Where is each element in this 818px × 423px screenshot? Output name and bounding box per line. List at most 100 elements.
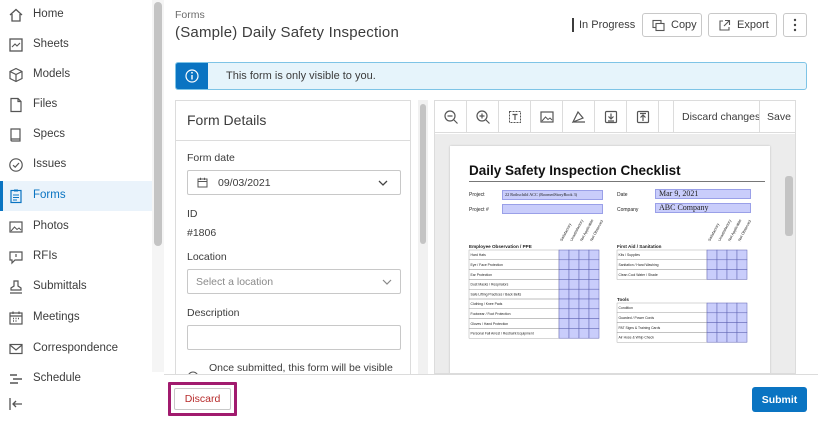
- ppe-checkbox[interactable]: [578, 249, 590, 261]
- text-box-button[interactable]: [499, 101, 531, 133]
- zoom-in-button[interactable]: [467, 101, 499, 133]
- ppe-checkbox[interactable]: [578, 288, 590, 300]
- tools-checkbox[interactable]: [716, 322, 728, 333]
- upload-button[interactable]: [627, 101, 659, 133]
- tools-checkbox[interactable]: [736, 332, 748, 343]
- ppe-checkbox[interactable]: [568, 249, 580, 261]
- discard-button[interactable]: Discard: [174, 388, 231, 410]
- ppe-checkbox[interactable]: [578, 269, 590, 280]
- tools-checkbox[interactable]: [706, 312, 718, 323]
- ppe-checkbox[interactable]: [588, 279, 600, 290]
- draw-button[interactable]: [563, 101, 595, 133]
- export-button[interactable]: Export: [708, 13, 777, 37]
- sidebar-item-sheets[interactable]: Sheets: [0, 30, 152, 60]
- tools-checkbox[interactable]: [736, 322, 748, 333]
- ppe-checkbox[interactable]: [568, 328, 580, 339]
- ppe-checkbox[interactable]: [558, 288, 570, 300]
- ppe-checkbox[interactable]: [588, 249, 600, 261]
- ppe-checkbox[interactable]: [588, 328, 600, 339]
- ppe-checkbox[interactable]: [588, 259, 600, 270]
- ppe-checkbox[interactable]: [578, 308, 590, 319]
- first-aid-checkbox[interactable]: [706, 249, 718, 261]
- first-aid-checkbox[interactable]: [716, 249, 728, 261]
- save-button[interactable]: Save: [767, 111, 791, 123]
- ppe-checkbox[interactable]: [588, 288, 600, 300]
- download-button[interactable]: [595, 101, 627, 133]
- sidebar-item-forms[interactable]: Forms: [0, 181, 152, 211]
- breadcrumb[interactable]: Forms: [175, 9, 205, 21]
- ppe-checkbox[interactable]: [558, 308, 570, 319]
- sidebar-item-models[interactable]: Models: [0, 60, 152, 90]
- copy-button[interactable]: Copy: [642, 13, 702, 37]
- tools-checkbox[interactable]: [706, 322, 718, 333]
- tools-checkbox[interactable]: [716, 332, 728, 343]
- ppe-checkbox[interactable]: [568, 308, 580, 319]
- sidebar-item-label: Issues: [33, 158, 67, 170]
- form-date-input[interactable]: 09/03/2021: [187, 170, 401, 195]
- ppe-checkbox[interactable]: [568, 259, 580, 270]
- ppe-checkbox[interactable]: [568, 318, 580, 329]
- sidebar-item-submittals[interactable]: Submittals: [0, 272, 152, 302]
- tools-checkbox[interactable]: [726, 312, 738, 323]
- ppe-checkbox[interactable]: [568, 279, 580, 290]
- discard-changes-button[interactable]: Discard changes: [682, 111, 760, 123]
- ppe-checkbox[interactable]: [578, 318, 590, 329]
- sidebar-item-specs[interactable]: Specs: [0, 120, 152, 150]
- first-aid-checkbox[interactable]: [726, 259, 738, 270]
- ppe-checkbox[interactable]: [558, 279, 570, 290]
- ppe-checkbox[interactable]: [558, 298, 570, 310]
- first-aid-checkbox[interactable]: [716, 269, 728, 280]
- first-aid-checkbox[interactable]: [706, 269, 718, 280]
- ppe-checkbox[interactable]: [568, 288, 580, 300]
- first-aid-checkbox[interactable]: [736, 269, 748, 280]
- tools-checkbox[interactable]: [716, 312, 728, 323]
- tools-checkbox[interactable]: [726, 322, 738, 333]
- sidebar-item-home[interactable]: Home: [0, 0, 152, 30]
- ppe-checkbox[interactable]: [568, 298, 580, 310]
- tools-checkbox[interactable]: [716, 302, 728, 314]
- first-aid-checkbox[interactable]: [736, 259, 748, 270]
- tools-checkbox[interactable]: [706, 332, 718, 343]
- form-panel-scrollbar-thumb[interactable]: [420, 104, 426, 244]
- ppe-checkbox[interactable]: [588, 318, 600, 329]
- collapse-sidebar-icon[interactable]: [8, 396, 24, 412]
- first-aid-checkbox[interactable]: [726, 269, 738, 280]
- sidebar-item-correspondence[interactable]: Correspondence: [0, 334, 152, 364]
- first-aid-checkbox[interactable]: [736, 249, 748, 261]
- tools-checkbox[interactable]: [726, 302, 738, 314]
- ppe-checkbox[interactable]: [578, 259, 590, 270]
- first-aid-checkbox[interactable]: [716, 259, 728, 270]
- zoom-out-button[interactable]: [435, 101, 467, 133]
- sidebar-item-meetings[interactable]: Meetings: [0, 303, 152, 333]
- document-scrollbar-thumb[interactable]: [785, 176, 793, 236]
- tools-checkbox[interactable]: [736, 312, 748, 323]
- insert-image-button[interactable]: [531, 101, 563, 133]
- sidebar-item-issues[interactable]: Issues: [0, 150, 152, 180]
- ppe-checkbox[interactable]: [578, 328, 590, 339]
- ppe-checkbox[interactable]: [578, 298, 590, 310]
- ppe-checkbox[interactable]: [568, 269, 580, 280]
- ppe-checkbox[interactable]: [588, 298, 600, 310]
- sidebar-item-files[interactable]: Files: [0, 90, 152, 120]
- tools-checkbox[interactable]: [736, 302, 748, 314]
- ppe-checkbox[interactable]: [558, 318, 570, 329]
- ppe-checkbox[interactable]: [558, 259, 570, 270]
- ppe-checkbox[interactable]: [578, 279, 590, 290]
- sidebar-item-photos[interactable]: Photos: [0, 212, 152, 242]
- tools-checkbox[interactable]: [726, 332, 738, 343]
- submit-button[interactable]: Submit: [752, 387, 807, 412]
- sidebar-item-schedule[interactable]: Schedule: [0, 364, 152, 394]
- sidebar-scrollbar-thumb[interactable]: [154, 2, 162, 246]
- first-aid-checkbox[interactable]: [706, 259, 718, 270]
- ppe-checkbox[interactable]: [558, 249, 570, 261]
- location-select[interactable]: Select a location: [187, 269, 401, 294]
- sidebar-item-rfis[interactable]: RFIs: [0, 242, 152, 272]
- tools-checkbox[interactable]: [706, 302, 718, 314]
- description-field[interactable]: [187, 325, 401, 350]
- ppe-checkbox[interactable]: [588, 308, 600, 319]
- ppe-checkbox[interactable]: [558, 269, 570, 280]
- ppe-checkbox[interactable]: [588, 269, 600, 280]
- more-options-button[interactable]: [783, 13, 807, 37]
- first-aid-checkbox[interactable]: [726, 249, 738, 261]
- ppe-checkbox[interactable]: [558, 328, 570, 339]
